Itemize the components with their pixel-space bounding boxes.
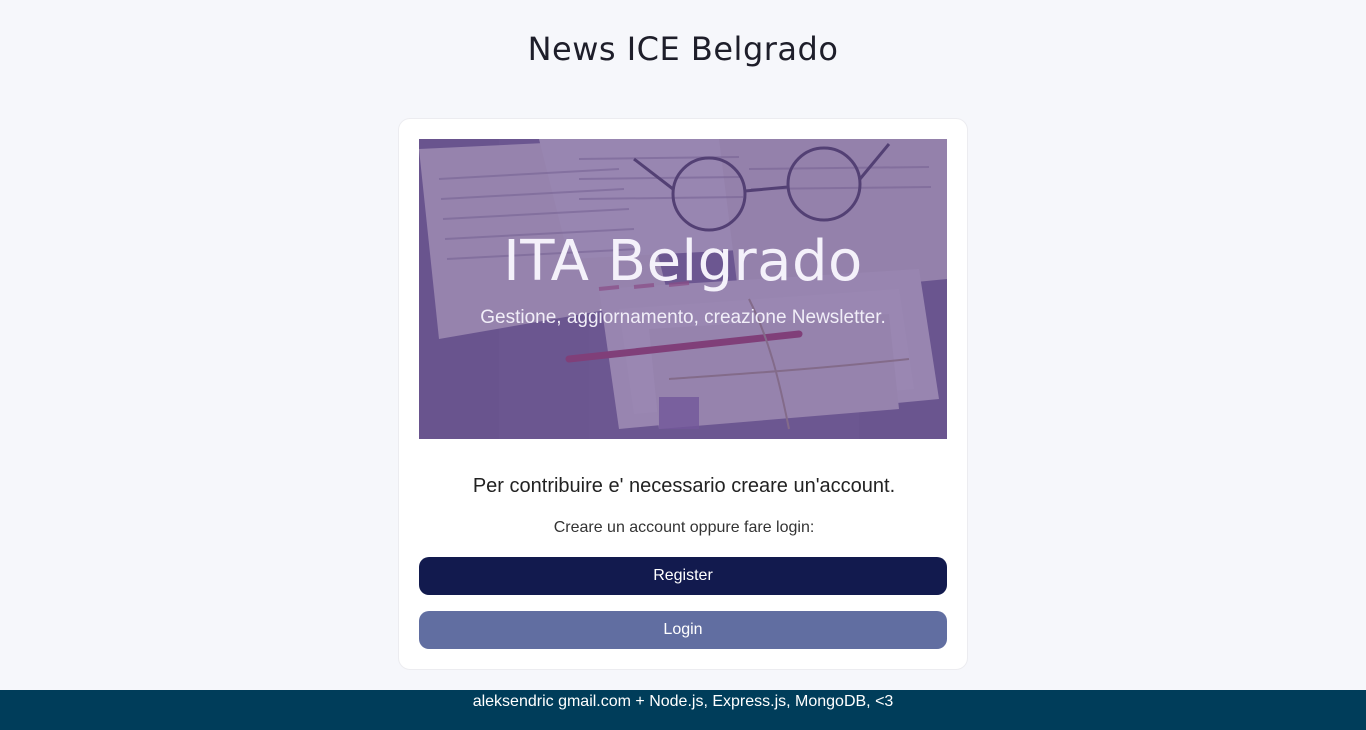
footer-text: aleksendric gmail.com + Node.js, Express… [472,693,894,710]
auth-card: ITA Belgrado Gestione, aggiornamento, cr… [398,118,968,670]
hero-banner: ITA Belgrado Gestione, aggiornamento, cr… [419,139,947,439]
hero-subtitle: Gestione, aggiornamento, creazione Newsl… [480,307,886,328]
register-button[interactable]: Register [419,557,947,595]
login-button[interactable]: Login [419,611,947,649]
prompt-text: Creare un account oppure fare login: [553,519,815,536]
footer: aleksendric gmail.com + Node.js, Express… [0,690,1366,730]
intro-text: Per contribuire e' necessario creare un'… [472,475,896,497]
page-title: News ICE Belgrado [527,30,839,68]
page: News ICE Belgrado ITA Belgrado Gestione,… [0,0,1366,730]
hero-title: ITA Belgrado [503,229,863,294]
